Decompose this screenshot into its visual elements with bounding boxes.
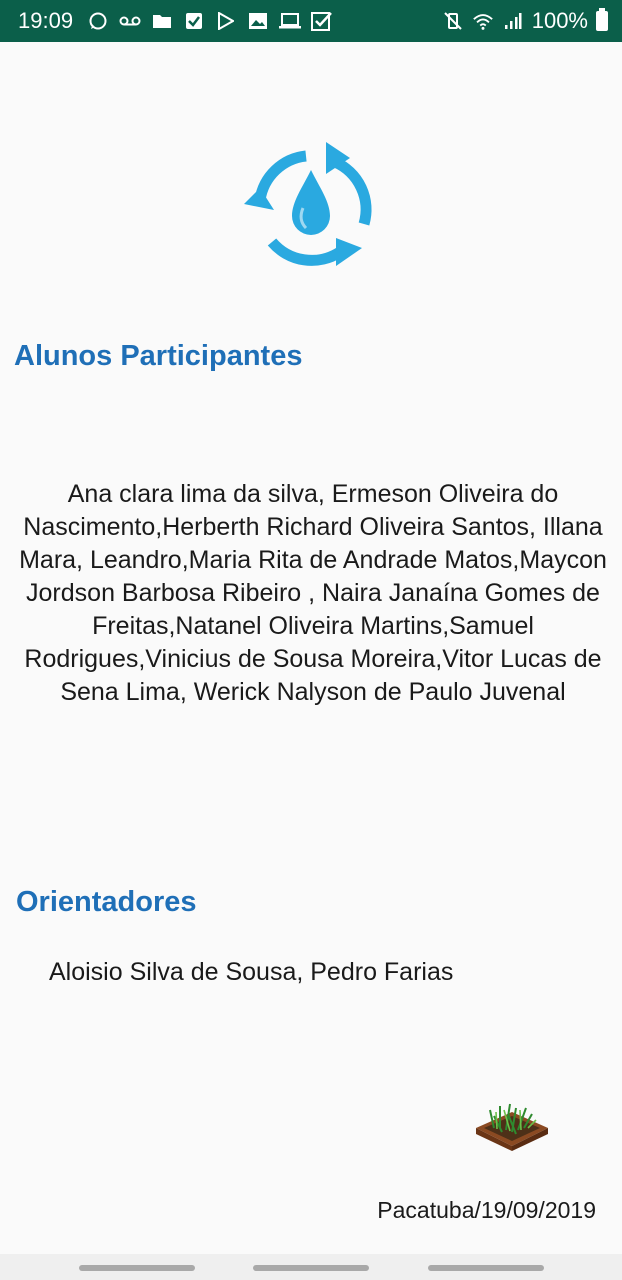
battery-icon [596,8,608,31]
system-icons: 100% [442,0,608,42]
voicemail-icon [119,10,141,32]
signal-icon [502,10,524,32]
navigation-bar [0,1254,622,1280]
garden-bed-icon [476,1103,548,1151]
nav-back-handle[interactable] [79,1265,195,1271]
whatsapp-icon [87,10,109,32]
status-time: 19:09 [18,8,74,33]
mute-vibrate-icon [442,10,464,32]
folder-icon [151,10,173,32]
alunos-list-text: Ana clara lima da silva, Ermeson Oliveir… [19,480,607,706]
notification-icons [87,10,333,32]
status-bar: 19:09 100% [0,0,622,42]
laptop-icon [279,10,302,32]
task-check-icon [311,10,333,32]
battery-percent: 100% [531,8,588,33]
orientadores-text: Aloisio Silva de Sousa, Pedro Farias [49,958,454,986]
orientadores-title: Orientadores [16,886,197,918]
date-text: Pacatuba/19/09/2019 [377,1197,596,1223]
water-cycle-icon [244,142,372,266]
wifi-icon [472,10,494,32]
image-icon [247,10,269,32]
checkbox-icon [183,10,205,32]
nav-recents-handle[interactable] [428,1265,544,1271]
nav-home-handle[interactable] [253,1265,369,1271]
alunos-title: Alunos Participantes [14,340,303,372]
play-store-icon [215,10,237,32]
